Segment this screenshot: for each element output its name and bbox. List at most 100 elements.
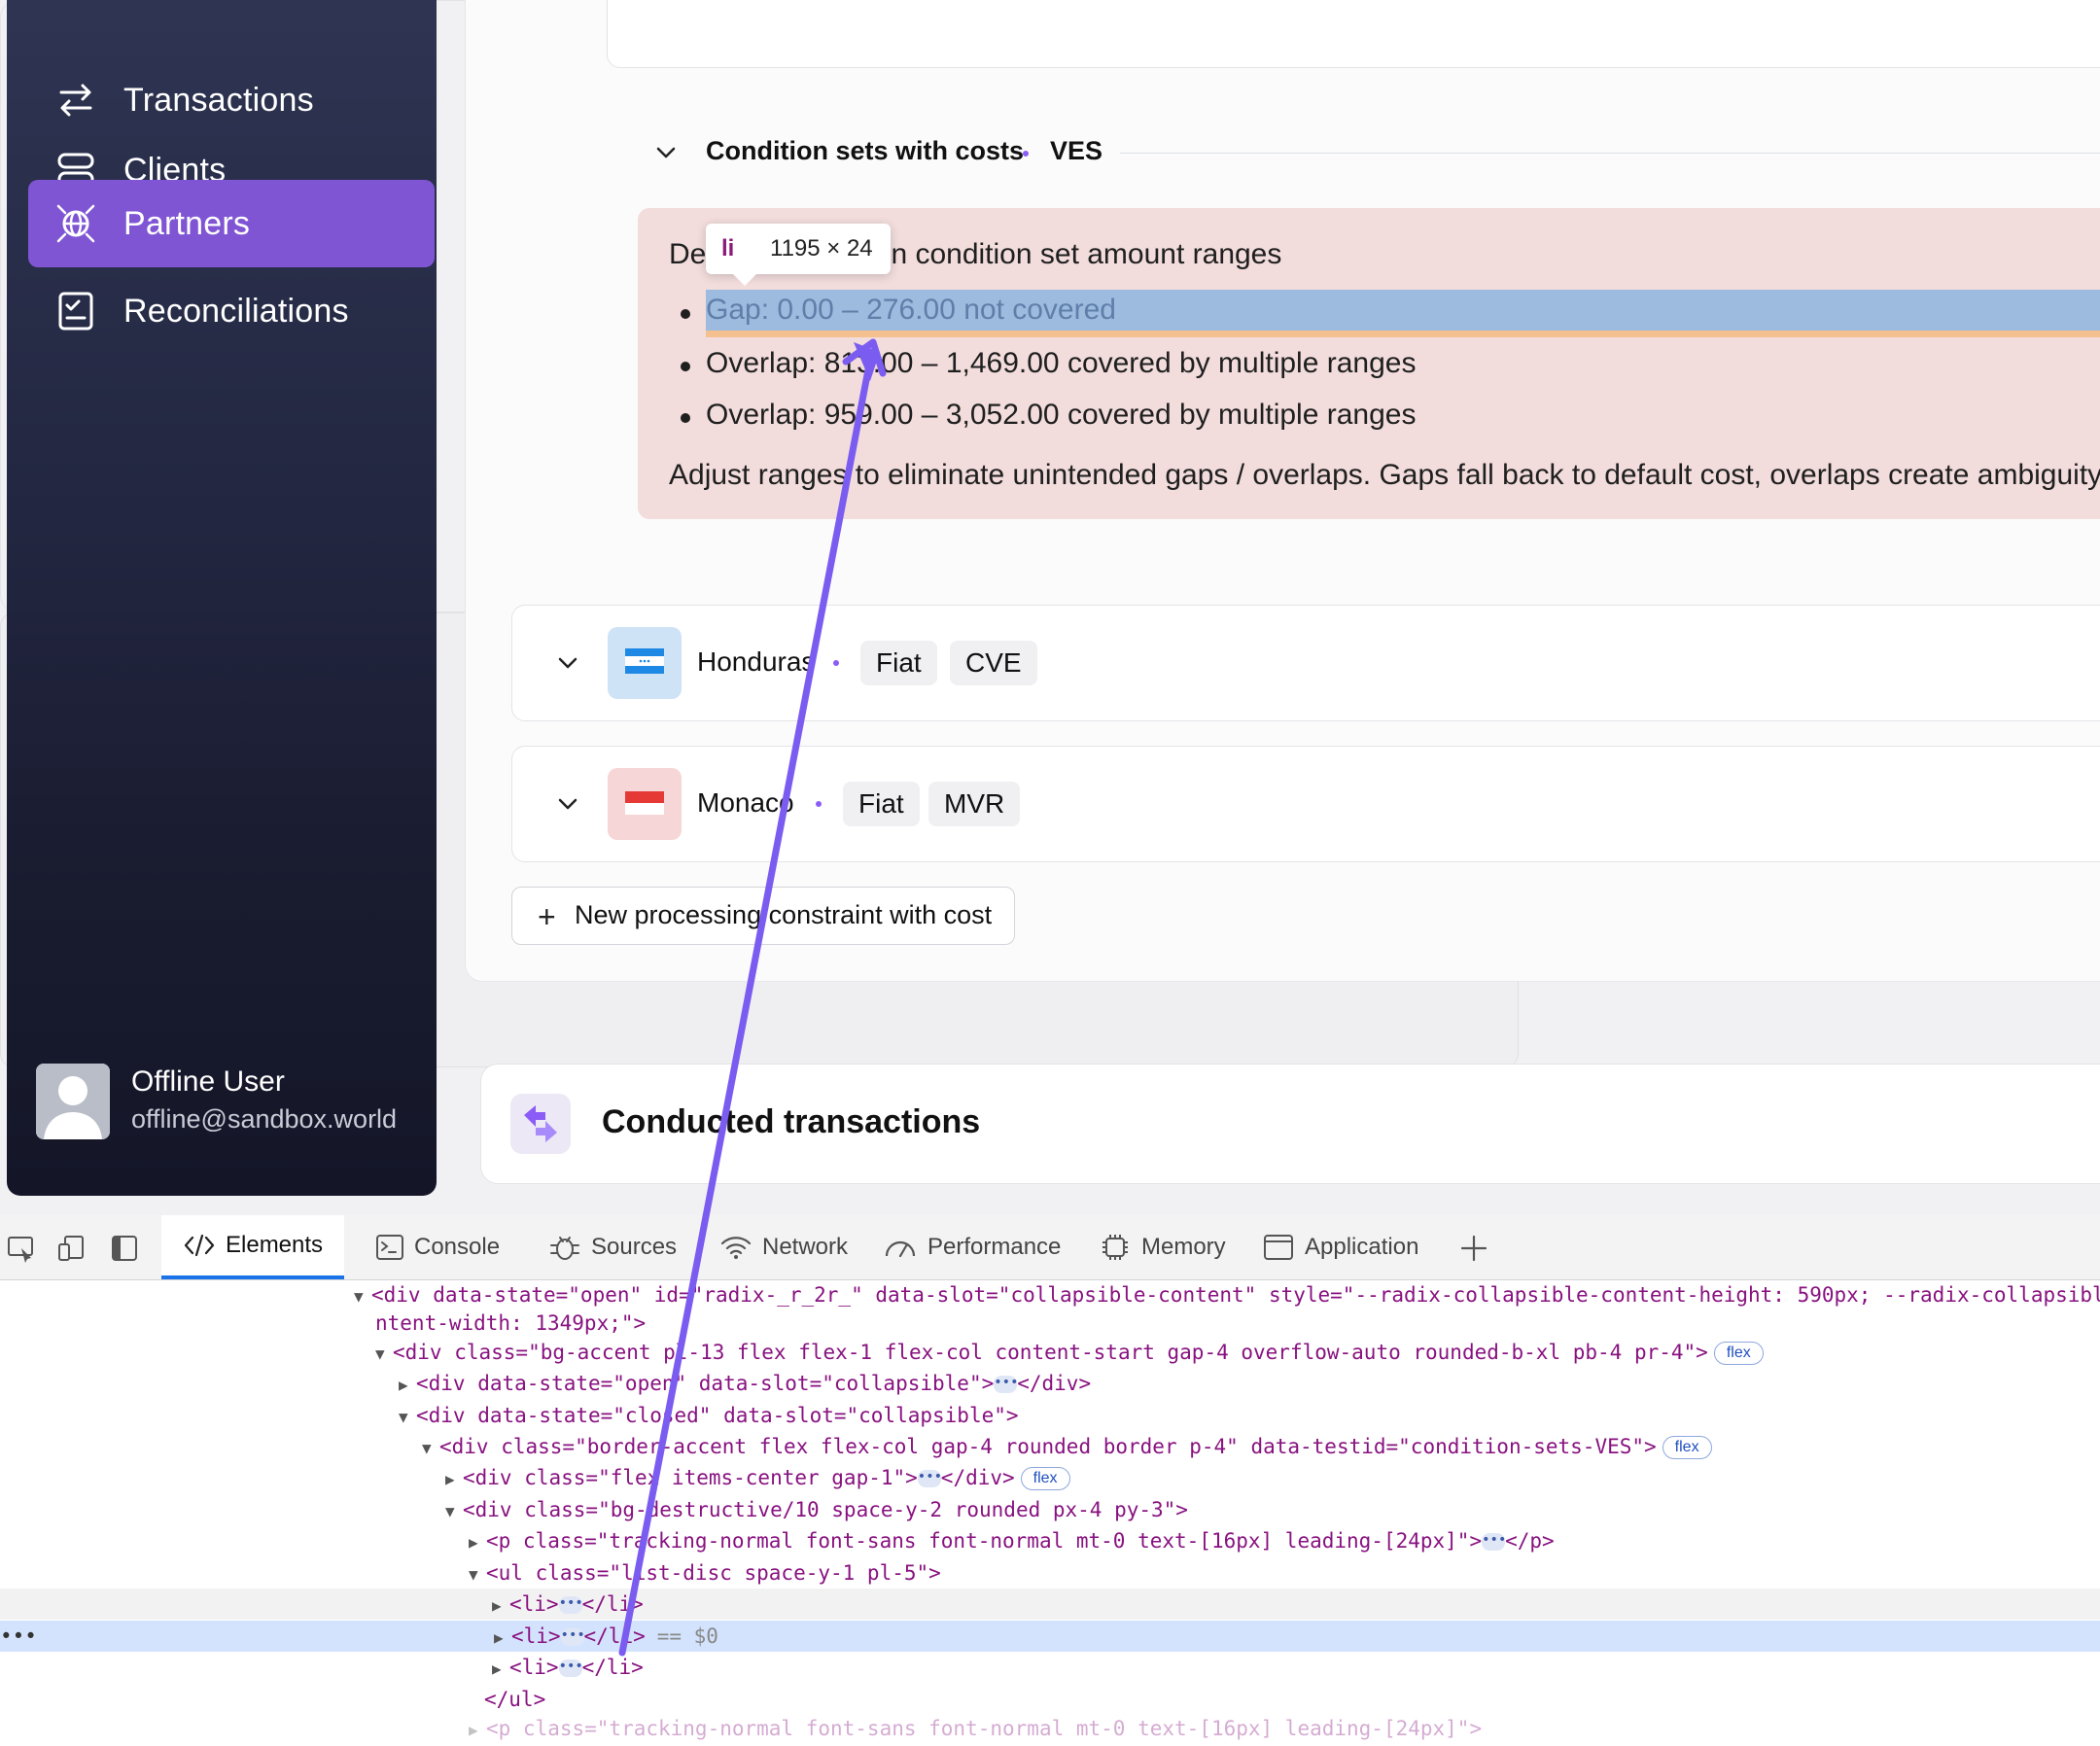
dom-text: <ul class="list-disc space-y-1 pl-5">: [486, 1561, 941, 1585]
ellipsis-icon[interactable]: •••: [1482, 1533, 1506, 1551]
tab-label: Application: [1305, 1234, 1419, 1260]
dom-line[interactable]: ▼ <div class="bg-destructive/10 space-y-2…: [0, 1494, 2100, 1525]
currency-badge: MVR: [928, 782, 1021, 826]
dom-text: </div>: [940, 1466, 1015, 1489]
dom-text: <li>: [510, 1624, 561, 1648]
tab-application[interactable]: Application: [1262, 1215, 1418, 1279]
dom-line[interactable]: ▶ <div data-state="open" data-slot="colla…: [0, 1368, 2100, 1399]
transfer-arrows-icon: [510, 1094, 571, 1154]
dom-text: <li>: [509, 1592, 559, 1616]
flex-badge[interactable]: flex: [1662, 1436, 1712, 1459]
tab-label: Network: [762, 1234, 849, 1260]
country-name: Monaco: [697, 787, 794, 818]
ellipsis-icon[interactable]: •••: [558, 1659, 583, 1677]
dom-line-li-2-selected[interactable]: ••• ▶ <li>•••</li> == $0: [0, 1621, 2100, 1652]
plus-icon: +: [538, 899, 556, 934]
inspector-tooltip: li 1195 × 24: [706, 224, 891, 286]
dom-text: <div data-state="open" id="radix-_r_2r_"…: [371, 1283, 2100, 1307]
bullet: [681, 413, 690, 423]
inspect-element-icon[interactable]: [6, 1233, 37, 1264]
type-badge: Fiat: [860, 641, 937, 685]
dom-line: ntent-width: 1349px;">: [0, 1308, 2100, 1339]
country-row-honduras[interactable]: Honduras Fiat CVE: [511, 605, 2100, 721]
dom-line[interactable]: ▼ <div data-state="closed" data-slot="col…: [0, 1400, 2100, 1431]
dom-text: </li>: [581, 1656, 644, 1679]
dom-line[interactable]: </ul>: [0, 1684, 2100, 1715]
dock-side-icon[interactable]: [109, 1233, 140, 1264]
sidebar-item-label: Transactions: [123, 81, 314, 119]
user-profile[interactable]: Offline User offline@sandbox.world: [36, 1060, 435, 1147]
dom-line[interactable]: ▶ <p class="tracking-normal font-sans fon…: [0, 1525, 2100, 1556]
dom-line[interactable]: ▼ <div data-state="open" id="radix-_r_2r_…: [0, 1279, 2100, 1310]
warning-item-gap: Gap: 0.00 – 276.00 not covered: [706, 294, 1116, 326]
user-name: Offline User: [131, 1065, 285, 1098]
honduras-flag-icon: [608, 627, 682, 699]
chevron-down-icon[interactable]: [553, 789, 582, 819]
device-toolbar-icon[interactable]: [56, 1233, 88, 1264]
dom-line[interactable]: ▼ <div class="bg-accent pl-13 flex flex-1…: [0, 1337, 2100, 1368]
currency-badge: CVE: [950, 641, 1037, 685]
dom-text: <div data-state="closed" data-slot="coll…: [416, 1404, 1019, 1427]
devtools-panel: Elements Console Sources Network Perform…: [0, 1215, 2100, 1740]
tab-label: Sources: [591, 1234, 678, 1260]
user-email: offline@sandbox.world: [131, 1104, 398, 1134]
flex-badge[interactable]: flex: [1020, 1467, 1070, 1490]
sidebar-item-reconciliations[interactable]: Reconciliations: [28, 267, 435, 355]
wifi-icon: [720, 1237, 752, 1259]
tab-elements[interactable]: Elements: [161, 1215, 345, 1279]
tab-label: Performance: [928, 1234, 1062, 1260]
flex-badge[interactable]: flex: [1713, 1342, 1764, 1365]
dom-line[interactable]: ▼ <div class="border-accent flex flex-col…: [0, 1431, 2100, 1462]
chevron-down-icon[interactable]: [553, 648, 582, 678]
dom-line-li-3[interactable]: ▶ <li>•••</li>: [0, 1652, 2100, 1683]
bullet: [681, 362, 690, 371]
country-name: Honduras: [697, 646, 816, 677]
tab-memory[interactable]: Memory: [1099, 1215, 1226, 1279]
tab-console[interactable]: Console: [375, 1215, 500, 1279]
ellipsis-icon[interactable]: •••: [560, 1628, 585, 1646]
dom-text: </li>: [581, 1592, 644, 1616]
chip-icon: [1102, 1235, 1128, 1260]
code-icon: [184, 1234, 215, 1257]
country-row-monaco[interactable]: Monaco Fiat MVR: [511, 746, 2100, 862]
separator-dot: [1023, 151, 1029, 157]
dom-line[interactable]: ▼ <ul class="list-disc space-y-1 pl-5">: [0, 1557, 2100, 1589]
dom-text: <div data-state="open" data-slot="collap…: [416, 1372, 995, 1395]
dom-text: <p class="tracking-normal font-sans font…: [486, 1529, 1483, 1553]
dom-text: <div class="flex items-center gap-1">: [463, 1466, 918, 1489]
divider: [1120, 153, 2100, 154]
chevron-down-icon[interactable]: [651, 138, 681, 167]
dom-text: <div class="border-accent flex flex-col …: [439, 1435, 1657, 1458]
new-processing-constraint-button[interactable]: + New processing constraint with cost: [511, 887, 1015, 945]
tab-network[interactable]: Network: [719, 1215, 848, 1279]
separator-dot: [833, 660, 839, 666]
dom-line-li-1[interactable]: ▶ <li>•••</li>: [0, 1589, 2100, 1620]
dom-text: ntent-width: 1349px;">: [375, 1311, 647, 1335]
sidebar-item-label: Partners: [123, 204, 251, 242]
user-silhouette-icon: [36, 1064, 110, 1139]
ellipsis-icon[interactable]: •••: [994, 1376, 1019, 1393]
tab-label: Elements: [226, 1232, 324, 1258]
add-tab-icon[interactable]: [1458, 1233, 1489, 1264]
bug-icon: [550, 1237, 579, 1260]
monaco-flag-icon: [608, 768, 682, 840]
dom-text: </p>: [1505, 1529, 1555, 1553]
button-label: New processing constraint with cost: [575, 900, 993, 929]
sidebar-item-partners[interactable]: Partners: [28, 180, 435, 267]
tab-sources[interactable]: Sources: [548, 1215, 677, 1279]
condition-sets-title[interactable]: Condition sets with costs: [706, 136, 1024, 166]
tooltip-size: 1195 × 24: [770, 235, 873, 262]
clipboard-check-icon: [58, 292, 93, 331]
row-menu-icon[interactable]: •••: [0, 1624, 37, 1648]
warning-outro: Adjust ranges to eliminate unintended ga…: [669, 459, 2100, 491]
window-icon: [1264, 1235, 1293, 1260]
ellipsis-icon[interactable]: •••: [917, 1470, 942, 1487]
globe-network-icon: [56, 204, 95, 243]
conducted-transactions-card[interactable]: Conducted transactions: [480, 1064, 2100, 1184]
ellipsis-icon[interactable]: •••: [558, 1596, 583, 1614]
elements-tree: ▼ <div data-state="open" id="radix-_r_2r_…: [0, 1279, 2100, 1740]
dom-line[interactable]: ▶ <p class="tracking-normal font-sans fon…: [0, 1713, 2100, 1744]
dom-line[interactable]: ▶ <div class="flex items-center gap-1">••…: [0, 1462, 2100, 1493]
devtools-toolbar: Elements Console Sources Network Perform…: [0, 1215, 2100, 1280]
tab-performance[interactable]: Performance: [883, 1215, 1061, 1279]
